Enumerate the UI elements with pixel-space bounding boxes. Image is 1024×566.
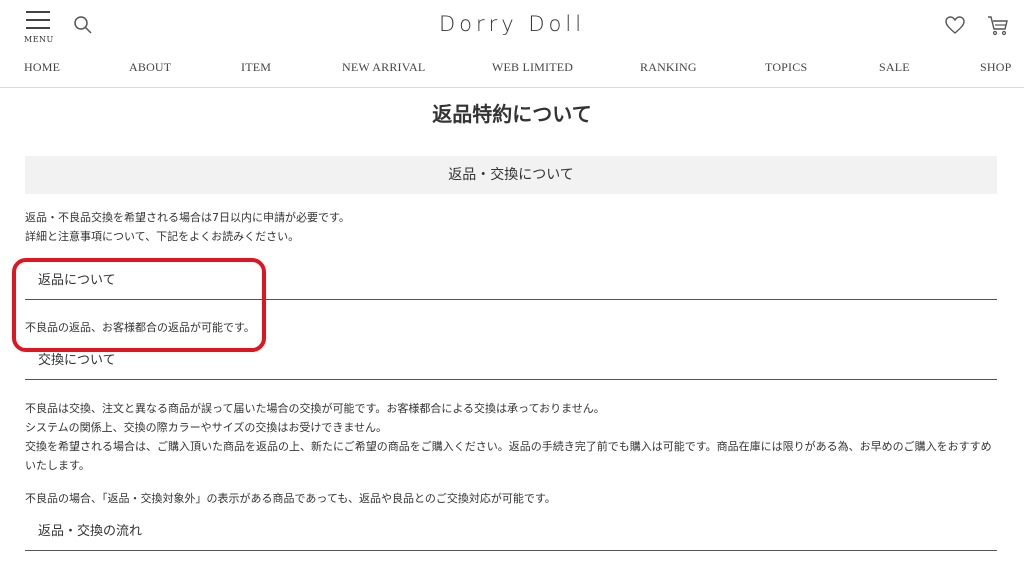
intro-line: 詳細と注意事項について、下記をよくお読みください。 bbox=[25, 230, 300, 243]
returns-heading: 返品について bbox=[25, 268, 997, 300]
nav-about[interactable]: ABOUT bbox=[129, 60, 171, 75]
nav-ranking[interactable]: RANKING bbox=[640, 60, 697, 75]
menu-label: MENU bbox=[24, 35, 54, 44]
nav-web-limited[interactable]: WEB LIMITED bbox=[492, 60, 573, 75]
exchange-line: 交換を希望される場合は、ご購入頂いた商品を返品の上、新たにご希望の商品をご購入く… bbox=[25, 440, 992, 472]
intro-line: 返品・不良品交換を希望される場合は7日以内に申請が必要です。 bbox=[25, 211, 350, 224]
nav-sale[interactable]: SALE bbox=[879, 60, 910, 75]
favorites-button[interactable] bbox=[944, 14, 966, 36]
cart-icon bbox=[988, 16, 1008, 36]
defect-note: 不良品の場合、「返品・交換対象外」の表示がある商品であっても、返品や良品とのご交… bbox=[25, 492, 556, 505]
nav-topics[interactable]: TOPICS bbox=[765, 60, 807, 75]
flow-heading: 返品・交換の流れ bbox=[25, 519, 997, 551]
site-header: MENU Dorry Doll HOME ABOUT ITEM NEW ARRI… bbox=[0, 0, 1024, 88]
heart-icon bbox=[945, 16, 965, 34]
nav-new-arrival[interactable]: NEW ARRIVAL bbox=[342, 60, 425, 75]
nav-shop[interactable]: SHOP bbox=[980, 60, 1011, 75]
section-title-returns-exchange: 返品・交換について bbox=[25, 156, 997, 194]
global-nav: HOME ABOUT ITEM NEW ARRIVAL WEB LIMITED … bbox=[0, 60, 1024, 80]
cart-button[interactable] bbox=[986, 14, 1010, 38]
brand-name: Dorry Doll bbox=[438, 12, 586, 36]
exchange-heading: 交換について bbox=[25, 348, 997, 380]
intro-text: 返品・不良品交換を希望される場合は7日以内に申請が必要です。 詳細と注意事項につ… bbox=[25, 208, 997, 246]
returns-text: 不良品の返品、お客様都合の返品が可能です。 bbox=[25, 321, 255, 334]
exchange-text: 不良品は交換、注文と異なる商品が誤って届いた場合の交換が可能です。お客様都合によ… bbox=[25, 399, 1000, 475]
page-title: 返品特約について bbox=[432, 102, 592, 126]
brand-logo[interactable]: Dorry Doll bbox=[0, 12, 1024, 36]
nav-home[interactable]: HOME bbox=[24, 60, 60, 75]
exchange-line: システムの関係上、交換の際カラーやサイズの交換はお受けできません。 bbox=[25, 421, 388, 434]
exchange-line: 不良品は交換、注文と異なる商品が誤って届いた場合の交換が可能です。お客様都合によ… bbox=[25, 402, 605, 415]
nav-item[interactable]: ITEM bbox=[241, 60, 271, 75]
